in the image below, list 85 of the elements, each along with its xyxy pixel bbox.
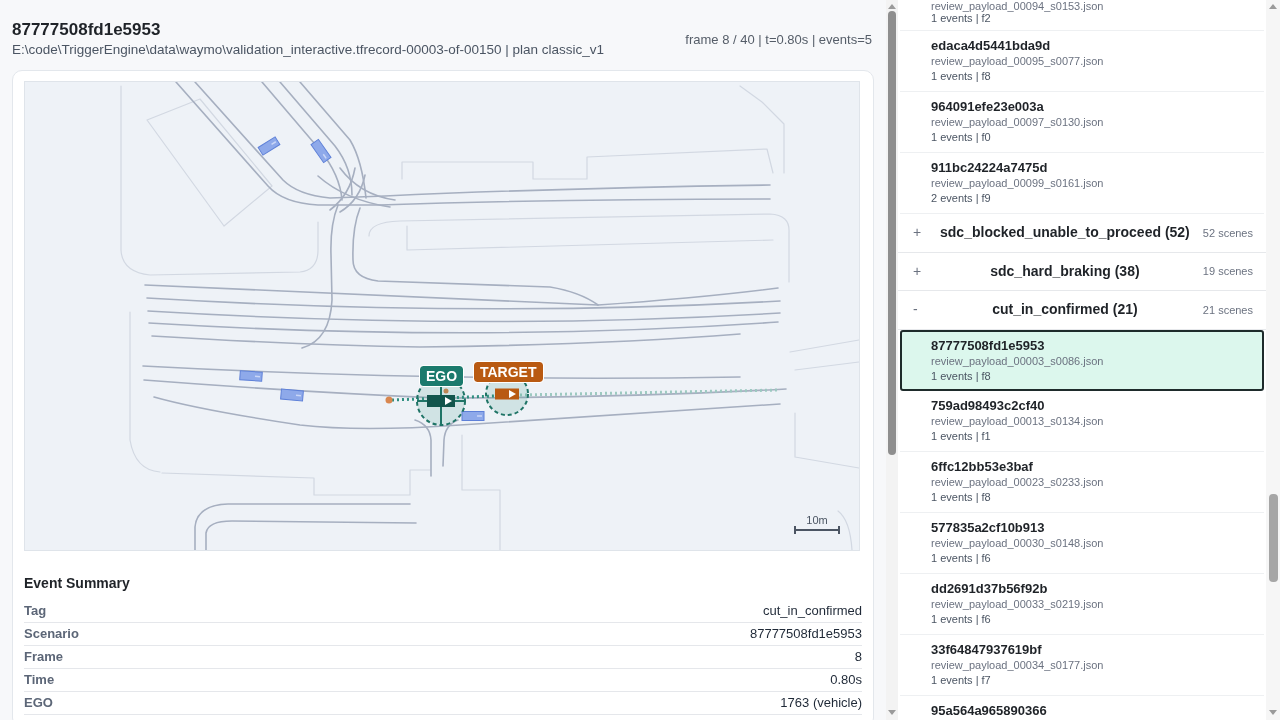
- event-count: 1 events | f8: [931, 489, 992, 505]
- point-marker-icon: [443, 388, 449, 394]
- group-title: sdc_hard_braking (38): [989, 261, 1141, 281]
- summary-value: 8: [854, 648, 862, 667]
- page-title: 87777508fd1e5953: [12, 20, 162, 40]
- event-count: 1 events | f2: [931, 12, 992, 25]
- section-title: Event Summary: [24, 574, 131, 592]
- scene-count: 52 scenes: [1202, 225, 1253, 241]
- summary-value: 1763 (vehicle): [780, 694, 862, 713]
- scrollbar-thumb[interactable]: [1268, 494, 1278, 582]
- summary-label: Time: [24, 671, 55, 690]
- summary-value: 0.80s: [830, 671, 862, 690]
- scene-id: 87777508fd1e5953: [931, 336, 1046, 354]
- file-name: review_payload_00003_s0086.json: [931, 353, 1105, 369]
- scene-list-item[interactable]: review_payload_00094_s0153.json 1 events | f2: [900, 0, 1264, 31]
- point-marker-icon: [385, 396, 393, 404]
- vehicle-icon: [461, 411, 485, 421]
- event-count: 2 events | f9: [931, 191, 992, 206]
- event-count: 1 events | f6: [931, 611, 992, 627]
- event-count: 1 events | f8: [931, 69, 992, 84]
- scene-id: 95a564a965890366: [931, 701, 1048, 719]
- summary-label: Tag: [24, 602, 47, 621]
- scene-id: dd2691d37b56f92b: [931, 579, 1049, 597]
- scene-list-item[interactable]: 577835a2cf10b913 review_payload_00030_s0148.json 1 events | f6: [900, 512, 1264, 574]
- scale-bar: [794, 526, 840, 534]
- event-count: 1 events | f1: [931, 428, 992, 444]
- file-name: review_payload_00023_s0233.json: [931, 474, 1105, 490]
- expand-toggle[interactable]: +: [913, 222, 927, 244]
- scene-id: 911bc24224a7475d: [931, 159, 1049, 176]
- agent-label: EGO: [420, 366, 464, 386]
- expand-toggle[interactable]: -: [913, 299, 927, 321]
- scrollbar-track[interactable]: [886, 0, 898, 720]
- scene-list-item[interactable]: 911bc24224a7475d review_payload_00099_s0161.json 2 events | f9: [900, 153, 1264, 214]
- file-name: review_payload_00030_s0148.json: [931, 535, 1105, 551]
- scroll-up-icon[interactable]: [888, 4, 896, 9]
- file-name: review_payload_00099_s0161.json: [931, 176, 1105, 191]
- summary-value: 87777508fd1e5953: [749, 625, 862, 644]
- scene-list-item[interactable]: 759ad98493c2cf40 review_payload_00013_s0134.json 1 events | f1: [900, 390, 1264, 452]
- scene-id: 577835a2cf10b913: [931, 518, 1046, 536]
- scene-list-item[interactable]: 6ffc12bb53e3baf review_payload_00023_s0233.json 1 events | f8: [900, 451, 1264, 513]
- scene-list-item[interactable]: dd2691d37b56f92b review_payload_00033_s0219.json 1 events | f6: [900, 573, 1264, 635]
- group-header[interactable]: + sdc_hard_braking (38) 19 scenes: [898, 252, 1266, 291]
- scene-id: 6ffc12bb53e3baf: [931, 457, 1034, 475]
- vehicle-icon: [280, 388, 304, 402]
- summary-label: Frame: [24, 648, 64, 667]
- frame-info: frame 8 / 40 | t=0.80s | events=5: [685, 32, 872, 48]
- scrollbar-thumb[interactable]: [888, 11, 896, 455]
- scroll-down-icon[interactable]: [888, 710, 896, 715]
- file-path: E:\code\TriggerEngine\data\waymo\validation_interactive.tfrecord-00003-of-00150 | plan classic_v1: [12, 41, 605, 59]
- vehicle-icon: [310, 138, 332, 164]
- group-header[interactable]: + sdc_blocked_unable_to_proceed (52) 52 scenes: [898, 214, 1266, 253]
- group-title: cut_in_confirmed (21): [991, 300, 1139, 320]
- scroll-up-icon[interactable]: [1269, 4, 1277, 9]
- scene-count: 19 scenes: [1202, 264, 1253, 279]
- scrollbar-track[interactable]: [1266, 0, 1280, 720]
- file-name: review_payload_00013_s0134.json: [931, 413, 1105, 429]
- event-count: 1 events | f7: [931, 672, 992, 688]
- vehicle-icon: [239, 370, 263, 382]
- scene-list-item[interactable]: 964091efe23e003a review_payload_00097_s0130.json 1 events | f0: [900, 92, 1264, 153]
- file-name: review_payload_00095_s0077.json: [931, 54, 1105, 69]
- scene-id: 33f64847937619bf: [931, 640, 1043, 658]
- file-name: review_payload_00033_s0219.json: [931, 596, 1105, 612]
- event-count: 1 events | f0: [931, 130, 992, 145]
- scroll-down-icon[interactable]: [1269, 710, 1277, 715]
- group-title: sdc_blocked_unable_to_proceed (52): [939, 223, 1191, 243]
- file-name: review_payload_00097_s0130.json: [931, 115, 1105, 130]
- scene-count: 21 scenes: [1202, 302, 1253, 318]
- file-name: review_payload_00094_s0153.json: [931, 0, 1105, 12]
- agent-label: TARGET: [474, 362, 543, 382]
- event-count: 1 events | f8: [931, 368, 992, 384]
- file-name: review_payload_00034_s0177.json: [931, 657, 1105, 673]
- group-header[interactable]: - cut_in_confirmed (21) 21 scenes: [898, 291, 1266, 330]
- scene-list-item[interactable]: 95a564a965890366: [900, 695, 1264, 720]
- summary-label: Scenario: [24, 625, 79, 644]
- summary-value: cut_in_confirmed: [763, 602, 862, 621]
- scene-id: 964091efe23e003a: [931, 98, 1045, 115]
- scale-label: 10m: [806, 514, 828, 526]
- scene-list-item[interactable]: 33f64847937619bf review_payload_00034_s0177.json 1 events | f7: [900, 634, 1264, 696]
- expand-toggle[interactable]: +: [913, 260, 927, 282]
- event-count: 1 events | f6: [931, 550, 992, 566]
- scene-list-item[interactable]: edaca4d5441bda9d review_payload_00095_s0077.json 1 events | f8: [900, 31, 1264, 92]
- scene-list-item[interactable]: 87777508fd1e5953 review_payload_00003_s0086.json 1 events | f8: [900, 329, 1264, 391]
- scene-id: 759ad98493c2cf40: [931, 396, 1046, 414]
- scene-id: edaca4d5441bda9d: [931, 37, 1052, 54]
- summary-label: EGO: [24, 694, 53, 713]
